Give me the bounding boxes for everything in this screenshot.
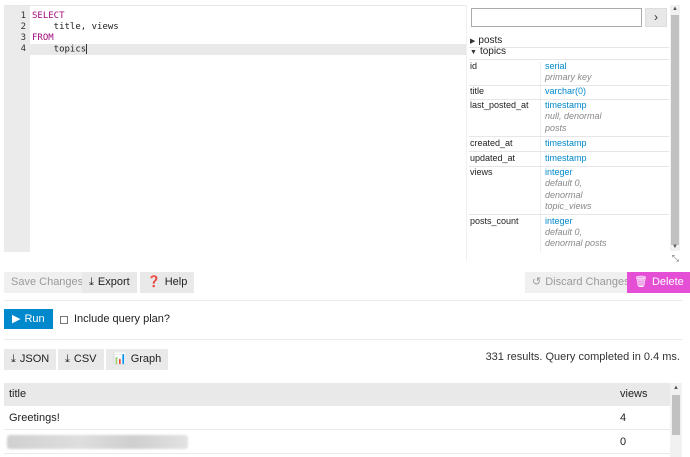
scroll-down-icon[interactable]: ▼ [670, 243, 680, 251]
column-name: views [470, 167, 493, 177]
header-title[interactable]: title [9, 383, 26, 406]
editor-code[interactable]: SELECT title, views FROM topics [30, 6, 466, 252]
export-button[interactable]: ⤓ Export [82, 272, 137, 293]
divider [469, 136, 669, 137]
column-name: id [470, 61, 478, 71]
run-label: Run [24, 313, 45, 325]
cell-views: 4 [620, 412, 627, 424]
column-note: default 0, [545, 178, 583, 188]
column-type[interactable]: varchar(0) [545, 86, 586, 96]
text-cursor [86, 44, 88, 54]
code-line-2[interactable]: title, views [30, 22, 466, 33]
schema-search-input[interactable] [471, 8, 642, 27]
scroll-up-icon[interactable]: ▲ [670, 383, 682, 393]
line-number: 4 [20, 44, 26, 54]
resize-handle-icon[interactable]: ⤡ [672, 253, 679, 264]
download-csv-button[interactable]: ⤓ CSV [58, 349, 104, 370]
download-icon: ⤓ [89, 276, 94, 288]
code-line-3[interactable]: FROM [30, 33, 466, 44]
results-table: title views Greetings! 4 0 [4, 383, 670, 454]
chart-icon: 📊 [113, 353, 127, 365]
column-type[interactable]: integer [545, 167, 573, 177]
download-icon: ⤓ [11, 353, 16, 365]
run-button[interactable]: ▶ Run [4, 309, 53, 329]
column-type[interactable]: integer [545, 216, 573, 226]
column-name: title [470, 86, 485, 96]
column-note: null, denormal [545, 111, 602, 121]
column-note: denormal [545, 190, 583, 200]
column-note: topic_views [545, 201, 592, 211]
undo-icon: ↺ [532, 276, 542, 288]
results-scrollbar[interactable]: ▲ [670, 383, 682, 457]
discard-label: Discard Changes [545, 276, 630, 288]
download-icon: ⤓ [65, 353, 70, 365]
result-summary: 331 results. Query completed in 0.4 ms. [485, 351, 680, 363]
divider [469, 214, 669, 215]
schema-table-topics[interactable]: ▼ topics [470, 45, 506, 58]
csv-label: CSV [73, 353, 97, 365]
save-changes-button[interactable]: Save Changes [4, 272, 91, 293]
question-circle-icon: ❓ [147, 276, 161, 288]
column-divider [540, 62, 541, 252]
sql-keyword: FROM [32, 33, 54, 43]
caret-right-icon: ▶ [470, 38, 476, 45]
results-header-row: title views [4, 383, 670, 406]
download-json-button[interactable]: ⤓ JSON [4, 349, 57, 370]
graph-label: Graph [130, 353, 162, 365]
editor-gutter: 1 2 3 4 [4, 6, 30, 252]
json-label: JSON [19, 353, 50, 365]
column-type[interactable]: serial [545, 61, 567, 71]
column-type[interactable]: timestamp [545, 138, 587, 148]
scrollbar-thumb[interactable] [671, 15, 679, 245]
code-line-1[interactable]: SELECT [30, 11, 466, 22]
table-row: Greetings! 4 [4, 406, 670, 430]
column-note: posts [545, 123, 567, 133]
delete-label: Delete [651, 276, 684, 288]
schema-scrollbar[interactable]: ▲ ▼ [670, 5, 680, 251]
trash-icon: 🗑 [634, 276, 648, 288]
graph-button[interactable]: 📊 Graph [106, 349, 169, 370]
include-query-plan-checkbox[interactable] [60, 316, 68, 324]
include-query-plan-label: Include query plan? [74, 313, 171, 325]
column-type[interactable]: timestamp [545, 153, 587, 163]
divider [4, 300, 682, 301]
column-note: primary key [545, 72, 592, 82]
header-views[interactable]: views [620, 383, 648, 406]
schema-search-button[interactable]: › [645, 8, 667, 27]
scrollbar-thumb[interactable] [672, 395, 680, 435]
caret-down-icon: ▼ [470, 49, 477, 56]
schema-panel: › ▶ posts ▼ topics id serial primary key t… [466, 5, 680, 264]
help-button[interactable]: ❓ Help [140, 272, 195, 293]
redacted-title [7, 435, 188, 449]
code-text: topics [32, 44, 87, 55]
column-name: posts_count [470, 216, 519, 226]
cell-title: Greetings! [9, 412, 60, 424]
column-type[interactable]: timestamp [545, 100, 587, 110]
column-name: updated_at [470, 153, 516, 163]
line-number: 2 [20, 22, 26, 32]
scroll-up-icon[interactable]: ▲ [670, 5, 680, 13]
divider [4, 339, 682, 340]
column-note: default 0, [545, 227, 583, 237]
line-number: 1 [20, 11, 26, 21]
divider [469, 151, 669, 152]
sql-keyword: SELECT [32, 11, 65, 21]
line-number: 3 [20, 33, 26, 43]
column-name: last_posted_at [470, 100, 529, 110]
table-row: 0 [4, 430, 670, 454]
table-name: topics [479, 46, 507, 57]
code-text: title, views [32, 22, 119, 32]
column-name: created_at [470, 138, 513, 148]
discard-changes-button[interactable]: ↺ Discard Changes [525, 272, 637, 293]
sql-editor[interactable]: 1 2 3 4 SELECT title, views FROM topics [4, 5, 466, 252]
divider [469, 59, 669, 60]
play-icon: ▶ [12, 313, 21, 325]
code-line-4[interactable]: topics [30, 44, 466, 55]
delete-button[interactable]: 🗑 Delete [627, 272, 690, 293]
export-label: Export [97, 276, 130, 288]
help-label: Help [164, 276, 188, 288]
column-note: denormal posts [545, 238, 607, 248]
cell-views: 0 [620, 436, 627, 448]
